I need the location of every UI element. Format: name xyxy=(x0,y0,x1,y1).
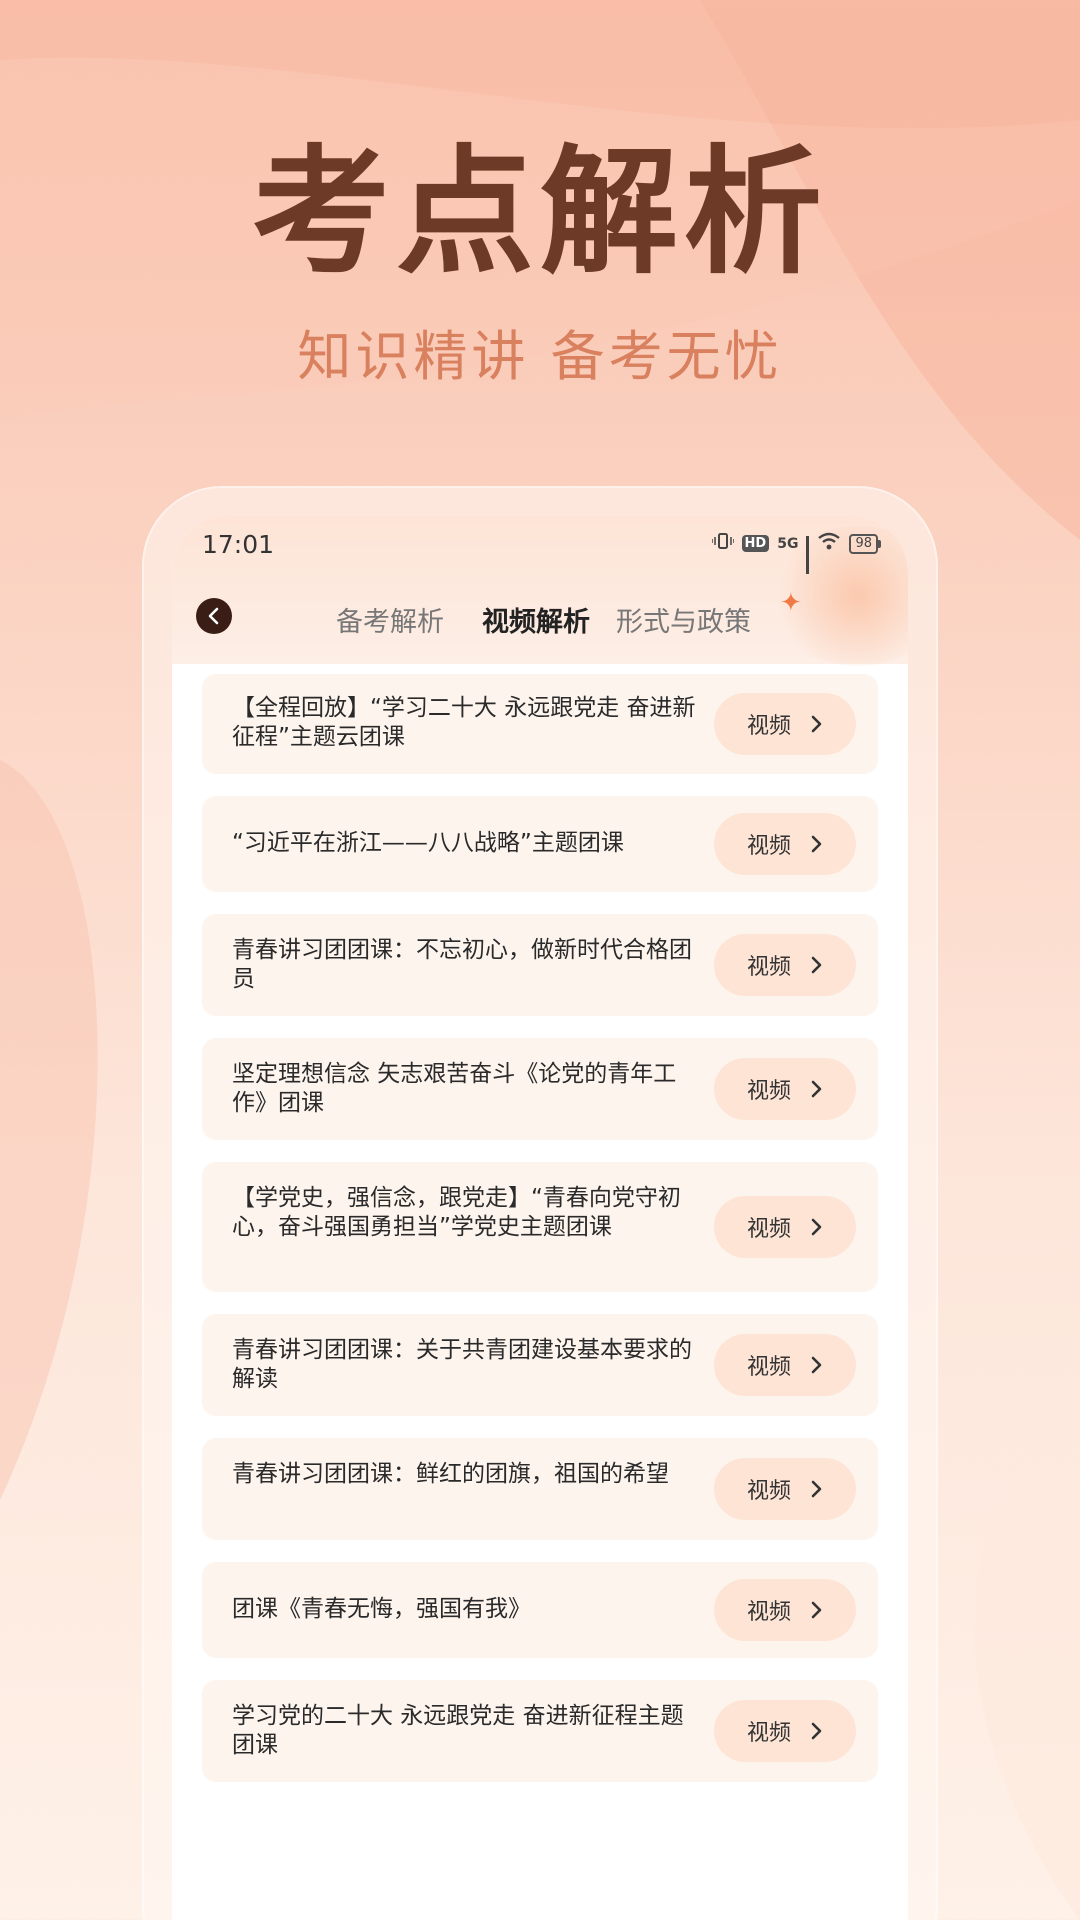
video-button-label: 视频 xyxy=(746,1079,791,1104)
chevron-right-icon xyxy=(811,956,822,974)
video-button-label: 视频 xyxy=(746,714,791,739)
item-title: 团课《青春无悔，强国有我》 xyxy=(232,1596,531,1622)
item-title: 【学党史，强信念，跟党走】“青春向党守初心，奋斗强国勇担当”学党史主题团课 xyxy=(232,1185,681,1240)
chevron-right-icon xyxy=(811,1080,822,1098)
video-button-label: 视频 xyxy=(746,1355,791,1380)
phone-screen: ✦ 17:01 HD 5G 98 备考解析 视频解析 形式与政策 【全程回放】“… xyxy=(172,516,908,1920)
list-item[interactable]: 坚定理想信念 矢志艰苦奋斗《论党的青年工作》团课 视频 xyxy=(202,1038,878,1140)
list-item[interactable]: 【学党史，强信念，跟党走】“青春向党守初心，奋斗强国勇担当”学党史主题团课 视频 xyxy=(202,1162,878,1292)
video-button[interactable]: 视频 xyxy=(714,1700,856,1762)
promo-subtitle: 知识精讲 备考无忧 xyxy=(297,325,783,388)
promo-title: 考点解析 xyxy=(251,132,828,293)
chevron-right-icon xyxy=(811,1480,822,1498)
chevron-right-icon xyxy=(811,1601,822,1619)
tab-situation-policy[interactable]: 形式与政策 xyxy=(616,600,751,639)
hd-icon: HD xyxy=(741,535,770,552)
chevron-right-icon xyxy=(811,835,822,853)
video-button-label: 视频 xyxy=(746,1721,791,1746)
tab-video-analysis[interactable]: 视频解析 xyxy=(482,600,590,639)
network-type: 5G xyxy=(777,535,799,552)
video-button[interactable]: 视频 xyxy=(714,693,856,755)
list-item[interactable]: 青春讲习团团课：鲜红的团旗，祖国的希望 视频 xyxy=(202,1438,878,1540)
tab-exam-analysis[interactable]: 备考解析 xyxy=(336,600,444,639)
list-item[interactable]: 学习党的二十大 永远跟党走 奋进新征程主题团课 视频 xyxy=(202,1680,878,1782)
video-button[interactable]: 视频 xyxy=(714,934,856,996)
video-button-label: 视频 xyxy=(746,1479,791,1504)
tab-bar: 备考解析 视频解析 形式与政策 xyxy=(172,600,908,640)
item-title: 坚定理想信念 矢志艰苦奋斗《论党的青年工作》团课 xyxy=(232,1061,677,1116)
list-item[interactable]: 青春讲习团团课：不忘初心，做新时代合格团员 视频 xyxy=(202,914,878,1016)
screen-header: ✦ 17:01 HD 5G 98 备考解析 视频解析 形式与政策 xyxy=(172,516,908,666)
video-button[interactable]: 视频 xyxy=(714,1579,856,1641)
video-button-label: 视频 xyxy=(746,1217,791,1242)
video-button[interactable]: 视频 xyxy=(714,1058,856,1120)
wifi-icon xyxy=(817,532,841,555)
video-button-label: 视频 xyxy=(746,955,791,980)
item-title: 学习党的二十大 永远跟党走 奋进新征程主题团课 xyxy=(232,1703,684,1758)
video-button-label: 视频 xyxy=(746,1600,791,1625)
video-button[interactable]: 视频 xyxy=(714,1196,856,1258)
list-item[interactable]: 团课《青春无悔，强国有我》 视频 xyxy=(202,1562,878,1658)
item-title: 【全程回放】“学习二十大 永远跟党走 奋进新征程”主题云团课 xyxy=(232,695,696,750)
list-item[interactable]: 【全程回放】“学习二十大 永远跟党走 奋进新征程”主题云团课 视频 xyxy=(202,674,878,774)
item-title: 青春讲习团团课：关于共青团建设基本要求的解读 xyxy=(232,1337,692,1392)
list-item[interactable]: 青春讲习团团课：关于共青团建设基本要求的解读 视频 xyxy=(202,1314,878,1416)
vibrate-icon xyxy=(710,532,735,555)
status-time: 17:01 xyxy=(202,530,275,559)
video-button[interactable]: 视频 xyxy=(714,1334,856,1396)
battery-icon: 98 xyxy=(849,533,881,554)
video-button-label: 视频 xyxy=(746,834,791,859)
chevron-right-icon xyxy=(811,715,822,733)
item-title: 青春讲习团团课：不忘初心，做新时代合格团员 xyxy=(232,937,692,992)
chevron-right-icon xyxy=(811,1722,822,1740)
chevron-right-icon xyxy=(811,1356,822,1374)
item-title: “习近平在浙江——八八战略”主题团课 xyxy=(232,830,624,856)
item-title: 青春讲习团团课：鲜红的团旗，祖国的希望 xyxy=(232,1461,669,1487)
video-button[interactable]: 视频 xyxy=(714,813,856,875)
chevron-right-icon xyxy=(811,1218,822,1236)
status-icons: HD 5G 98 xyxy=(710,532,881,574)
video-button[interactable]: 视频 xyxy=(714,1458,856,1520)
list-item[interactable]: “习近平在浙江——八八战略”主题团课 视频 xyxy=(202,796,878,892)
signal-icon xyxy=(806,535,810,574)
